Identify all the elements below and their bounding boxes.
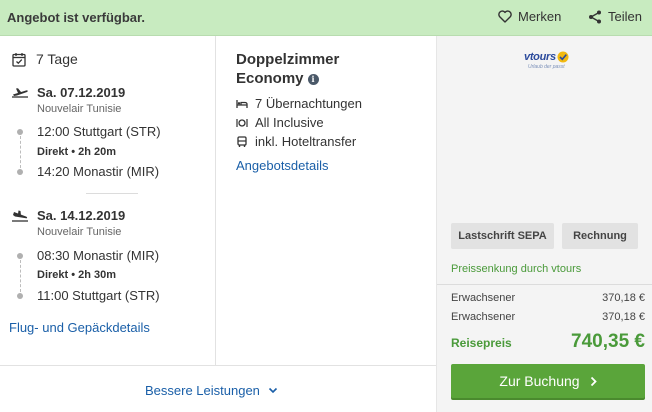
person-label: Erwachsener (451, 292, 516, 304)
outbound-arrival: 14:20 Monastir (MIR) (37, 164, 160, 179)
room-category: Economy i (236, 69, 426, 88)
availability-status: Angebot ist verfügbar. (7, 10, 145, 25)
person-price: 370,18 € (602, 311, 645, 323)
total-price: 740,35 € (571, 331, 645, 352)
payment-invoice-badge: Rechnung (562, 223, 638, 249)
better-services-bar: Bessere Leistungen (0, 365, 436, 412)
trip-duration: 7 Tage (12, 51, 78, 67)
return-arr-dot (17, 293, 23, 299)
room-category-label: Economy (236, 70, 304, 87)
total-price-row: Reisepreis 740,35 € (451, 331, 645, 353)
chevron-right-icon (590, 376, 597, 386)
return-departure: 08:30 Monastir (MIR) (37, 248, 160, 263)
return-flight-info: Direkt • 2h 30m (37, 269, 117, 281)
book-label: Zur Buchung (499, 373, 580, 389)
flight-column: 7 Tage Sa. 07.12.2019 Nouvelair Tunisie … (0, 36, 216, 365)
person-price: 370,18 € (602, 292, 645, 304)
outbound-departure: 12:00 Stuttgart (STR) (37, 124, 161, 139)
departure-plane-icon (12, 88, 28, 98)
share-icon (589, 10, 601, 23)
return-dep-dot (17, 253, 23, 259)
room-column: Doppelzimmer Economy i 7 Übernachtungen A… (216, 36, 436, 365)
outbound-airline: Nouvelair Tunisie (37, 103, 122, 115)
return-timeline (19, 260, 21, 292)
better-services-label: Bessere Leistungen (145, 383, 260, 398)
flight-details-link[interactable]: Flug- und Gepäckdetails (9, 320, 150, 335)
payment-sepa-badge: Lastschrift SEPA (451, 223, 554, 249)
book-button[interactable]: Zur Buchung (451, 364, 645, 398)
plate-icon (236, 118, 248, 127)
calendar-icon (12, 52, 26, 67)
total-label: Reisepreis (451, 336, 512, 350)
room-title: Doppelzimmer Economy i (236, 50, 426, 88)
outbound-timeline (19, 136, 21, 168)
teilen-button[interactable]: Teilen (588, 9, 642, 24)
availability-bar: Angebot ist verfügbar. Merken Teilen (0, 0, 652, 36)
person-price-row: Erwachsener 370,18 € (451, 292, 645, 304)
feature-nights-label: 7 Übernachtungen (255, 96, 362, 111)
outbound-date: Sa. 07.12.2019 (37, 85, 126, 100)
person-label: Erwachsener (451, 311, 516, 323)
better-services-toggle[interactable]: Bessere Leistungen (145, 383, 278, 398)
outbound-dep-dot (17, 129, 23, 135)
heart-icon (498, 10, 512, 23)
feature-transfer-label: inkl. Hoteltransfer (255, 134, 357, 149)
duration-label: 7 Tage (36, 51, 78, 67)
offer-panel: vtours Urlaub der passt Lastschrift SEPA… (436, 36, 652, 412)
bed-icon (236, 99, 248, 108)
return-arrival: 11:00 Stuttgart (STR) (37, 288, 160, 303)
return-airline: Nouvelair Tunisie (37, 226, 122, 238)
chevron-down-icon (268, 387, 277, 394)
outbound-flight-info: Direkt • 2h 20m (37, 146, 117, 158)
merken-button[interactable]: Merken (498, 9, 561, 24)
offer-details-link[interactable]: Angebotsdetails (236, 158, 329, 173)
logo-text: vtours (524, 51, 556, 63)
teilen-label: Teilen (608, 9, 642, 24)
person-price-row: Erwachsener 370,18 € (451, 311, 645, 323)
arrival-plane-icon (12, 210, 28, 222)
leg-separator (86, 193, 138, 194)
logo-tagline: Urlaub der passt (528, 64, 565, 70)
merken-label: Merken (518, 9, 562, 24)
return-date: Sa. 14.12.2019 (37, 208, 126, 223)
feature-transfer: inkl. Hoteltransfer (236, 134, 356, 149)
room-type: Doppelzimmer (236, 51, 340, 68)
feature-board-label: All Inclusive (255, 115, 324, 130)
price-reduction-note: Preissenkung durch vtours (451, 263, 582, 275)
feature-board: All Inclusive (236, 115, 324, 130)
info-icon[interactable]: i (307, 74, 319, 85)
checkmark-badge-icon (557, 51, 569, 63)
feature-nights: 7 Übernachtungen (236, 96, 362, 111)
outbound-arr-dot (17, 169, 23, 175)
tour-operator-logo: vtours Urlaub der passt (524, 51, 569, 70)
price-divider (437, 284, 652, 285)
bus-icon (237, 135, 247, 147)
